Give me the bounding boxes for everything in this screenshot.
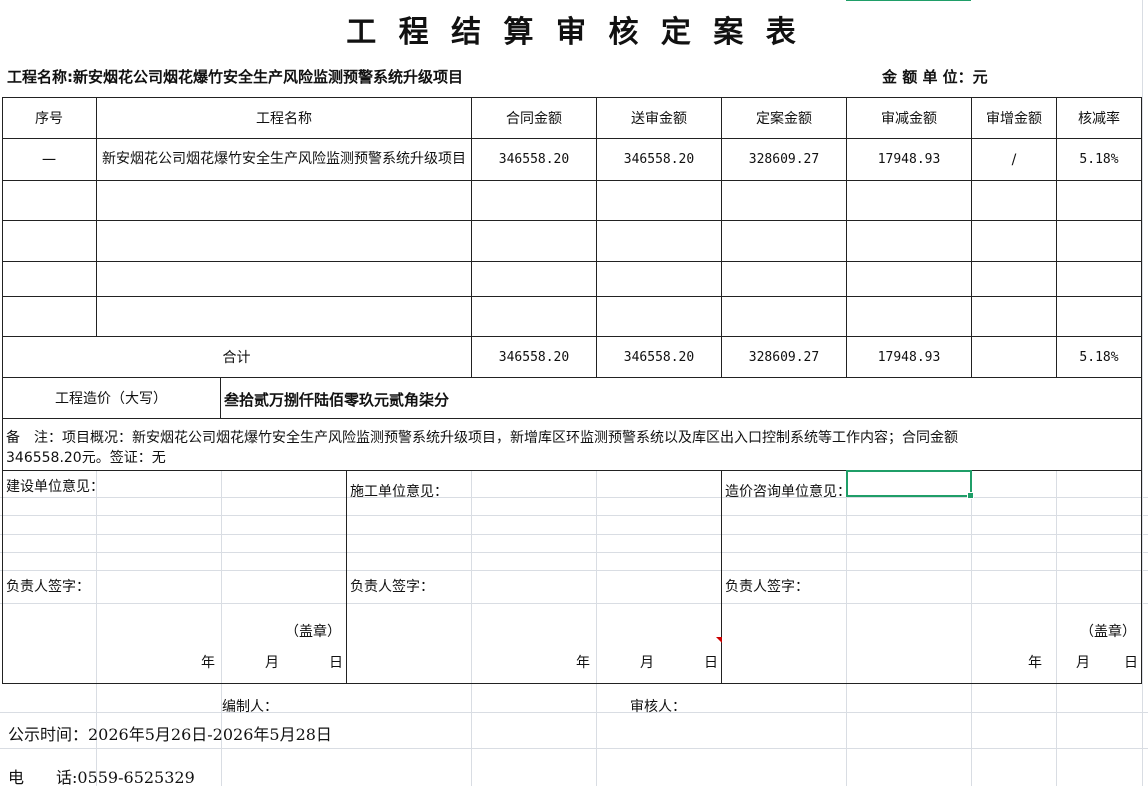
consulting-date-day: 日 <box>1124 655 1138 671</box>
page-title: 工 程 结 算 审 核 定 案 表 <box>346 15 802 50</box>
row-increase-amount: / <box>1011 151 1017 168</box>
total-contract-amount: 346558.20 <box>498 349 570 365</box>
header-final-amount: 定案金额 <box>756 111 812 127</box>
phone-number: 电 话:0559-6525329 <box>8 768 195 787</box>
consulting-seal-label: （盖章） <box>1080 624 1136 640</box>
price-capital-label: 工程造价（大写） <box>55 391 167 407</box>
total-label: 合计 <box>222 350 251 366</box>
header-increase-amount: 审增金额 <box>986 111 1042 127</box>
header-submitted-amount: 送审金额 <box>631 111 687 127</box>
row-reduction-rate: 5.18% <box>1079 152 1119 167</box>
amount-unit-label: 金 额 单 位：元 <box>882 68 988 86</box>
builder-date-year: 年 <box>576 655 590 671</box>
builder-date-month: 月 <box>640 655 654 671</box>
selected-cell[interactable] <box>846 470 974 499</box>
construction-seal-label: （盖章） <box>285 624 341 640</box>
header-project-name: 工程名称 <box>256 111 312 127</box>
row-index: 一 <box>42 152 56 169</box>
row-final-amount: 328609.27 <box>748 152 820 167</box>
row-submitted-amount: 346558.20 <box>623 152 695 167</box>
header-reduction-amount: 审减金额 <box>881 111 937 127</box>
construction-unit-opinion-label: 建设单位意见： <box>6 479 104 495</box>
reviewer-label: 审核人： <box>630 699 686 715</box>
construction-date-month: 月 <box>265 655 279 671</box>
remarks-line1: 备 注：项目概况：新安烟花公司烟花爆竹安全生产风险监测预警系统升级项目，新增库区… <box>6 430 958 446</box>
total-reduction-amount: 17948.93 <box>877 349 941 365</box>
total-reduction-rate: 5.18% <box>1079 349 1119 365</box>
preparer-label: 编制人： <box>222 699 278 715</box>
row-project-name: 新安烟花公司烟花爆竹安全生产风险监测预警系统升级项目 <box>102 151 466 167</box>
row-reduction-amount: 17948.93 <box>877 152 941 167</box>
header-reduction-rate: 核减率 <box>1078 111 1120 127</box>
total-submitted-amount: 346558.20 <box>623 349 695 365</box>
total-increase-amount <box>972 337 1056 377</box>
publicity-time: 公示时间：2026年5月26日-2026年5月28日 <box>8 725 332 744</box>
comment-marker-icon <box>716 637 722 643</box>
row-contract-amount: 346558.20 <box>498 152 570 167</box>
consulting-date-month: 月 <box>1076 655 1090 671</box>
header-contract-amount: 合同金额 <box>506 111 562 127</box>
header-index: 序号 <box>35 111 63 127</box>
builder-signature-label: 负责人签字： <box>350 579 434 595</box>
builder-date-day: 日 <box>704 655 718 671</box>
construction-date-year: 年 <box>201 655 215 671</box>
project-name-label: 工程名称:新安烟花公司烟花爆竹安全生产风险监测预警系统升级项目 <box>7 68 464 86</box>
price-capital-value: 叁拾贰万捌仟陆佰零玖元贰角柒分 <box>224 391 450 409</box>
remarks-line2: 346558.20元。签证：无 <box>6 450 166 466</box>
consulting-date-year: 年 <box>1028 655 1042 671</box>
builder-unit-opinion-label: 施工单位意见： <box>350 484 448 500</box>
consulting-signature-label: 负责人签字： <box>725 579 809 595</box>
construction-signature-label: 负责人签字： <box>6 579 90 595</box>
total-final-amount: 328609.27 <box>748 349 820 365</box>
construction-date-day: 日 <box>329 655 343 671</box>
consulting-unit-opinion-label: 造价咨询单位意见： <box>725 484 851 500</box>
